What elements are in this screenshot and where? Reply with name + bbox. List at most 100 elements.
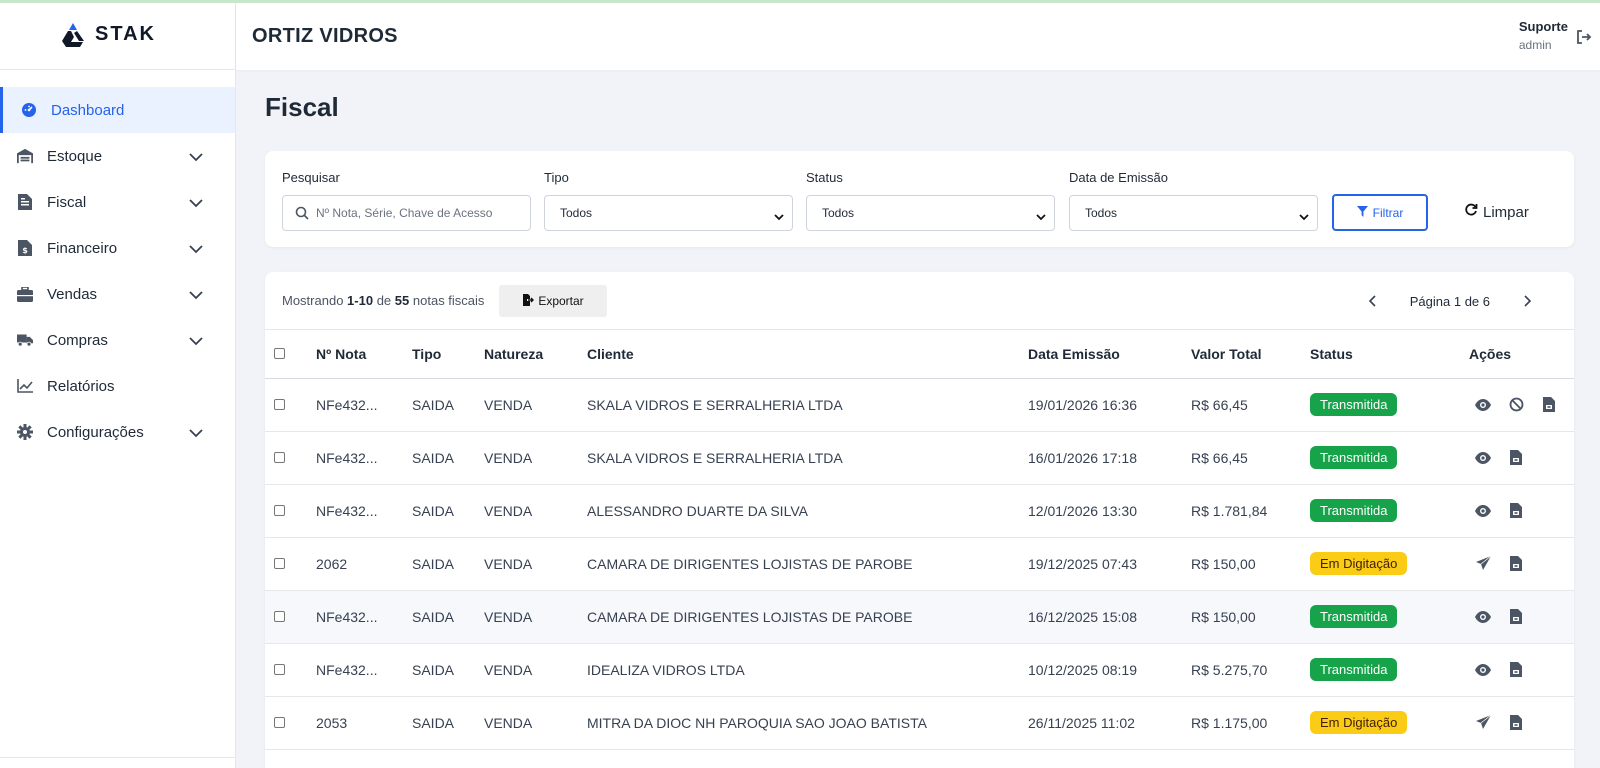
tipo-select-value: Todos	[560, 206, 593, 220]
row-actions	[1469, 609, 1574, 625]
chevron-down-icon[interactable]	[189, 333, 203, 350]
chevron-down-icon[interactable]	[189, 241, 203, 258]
table-header-row: Nº Nota Tipo Natureza Cliente Data Emiss…	[265, 330, 1574, 379]
search-placeholder: Nº Nota, Série, Chave de Acesso	[316, 206, 493, 220]
chevron-down-icon[interactable]	[189, 195, 203, 212]
column-header: Ações	[1469, 330, 1574, 379]
sidebar-item-estoque[interactable]: Estoque	[0, 133, 235, 179]
export-button[interactable]: Exportar	[499, 285, 607, 317]
status-badge: Em Digitação	[1310, 552, 1408, 575]
export-button-label: Exportar	[538, 294, 584, 308]
cell-natureza: VENDA	[484, 643, 587, 697]
row-checkbox[interactable]	[274, 716, 285, 728]
file-icon[interactable]	[1508, 503, 1524, 519]
row-checkbox[interactable]	[274, 504, 285, 516]
ban-icon[interactable]	[1508, 397, 1524, 413]
column-header[interactable]: Natureza	[484, 330, 587, 379]
file-icon[interactable]	[1508, 715, 1524, 731]
chevron-down-icon	[774, 210, 784, 224]
eye-icon[interactable]	[1475, 397, 1491, 413]
chevron-down-icon[interactable]	[189, 287, 203, 304]
page-title: Fiscal	[265, 92, 339, 122]
user-menu[interactable]: Suporte admin	[1519, 19, 1568, 52]
row-checkbox[interactable]	[274, 610, 285, 622]
cell-cliente: IDEALIZA VIDROS LTDA	[587, 643, 1028, 697]
cell-cliente: SKALA VIDROS E SERRALHERIA LTDA	[587, 378, 1028, 432]
next-page-button[interactable]	[1514, 288, 1540, 314]
table-toolbar: Mostrando 1-10 de 55 notas fiscais Expor…	[265, 272, 1574, 330]
sidebar-item-label: Compras	[47, 331, 108, 349]
cell-data-emissao	[1028, 749, 1191, 768]
file-icon[interactable]	[1508, 450, 1524, 466]
gear-icon	[17, 424, 33, 440]
cell-cliente	[587, 749, 1028, 768]
file-icon[interactable]	[1508, 609, 1524, 625]
table-row[interactable]	[265, 749, 1574, 768]
logout-icon[interactable]	[1576, 29, 1592, 50]
column-header[interactable]: Status	[1310, 330, 1469, 379]
sidebar-item-vendas[interactable]: Vendas	[0, 271, 235, 317]
column-header[interactable]: Valor Total	[1191, 330, 1310, 379]
cell-tipo: SAIDA	[412, 378, 484, 432]
stak-logo-icon	[62, 22, 85, 47]
table-row[interactable]: NFe432... SAIDA VENDA CAMARA DE DIRIGENTES …	[265, 590, 1574, 644]
row-actions	[1469, 450, 1574, 466]
invoices-card: Mostrando 1-10 de 55 notas fiscais Expor…	[265, 272, 1574, 768]
row-checkbox[interactable]	[274, 663, 285, 675]
tipo-select[interactable]: Todos	[544, 195, 793, 231]
table-row[interactable]: 2053 SAIDA VENDA MITRA DA DIOC NH PAROQUIA …	[265, 696, 1574, 750]
file-icon[interactable]	[1541, 397, 1557, 413]
brand-logo[interactable]: STAK	[0, 0, 235, 70]
date-select[interactable]: Todos	[1069, 195, 1318, 231]
column-header[interactable]: Nº Nota	[316, 330, 412, 379]
chevron-down-icon[interactable]	[189, 425, 203, 442]
cell-valor-total: R$ 1.175,00	[1191, 696, 1310, 750]
file-export-icon	[522, 293, 535, 309]
cell-nota: NFe432...	[316, 378, 412, 432]
eye-icon[interactable]	[1475, 503, 1491, 519]
column-header[interactable]: Tipo	[412, 330, 484, 379]
column-header[interactable]: Data Emissão	[1028, 330, 1191, 379]
status-select[interactable]: Todos	[806, 195, 1055, 231]
cell-data-emissao: 26/11/2025 11:02	[1028, 696, 1191, 750]
top-accent-line	[0, 0, 1600, 3]
row-checkbox[interactable]	[274, 451, 285, 463]
sidebar-item-relatorios[interactable]: Relatórios	[0, 363, 235, 409]
table-row[interactable]: NFe432... SAIDA VENDA SKALA VIDROS E SERRAL…	[265, 378, 1574, 432]
eye-icon[interactable]	[1475, 662, 1491, 678]
refresh-icon	[1464, 203, 1478, 221]
search-input[interactable]: Nº Nota, Série, Chave de Acesso	[282, 195, 531, 231]
svg-text:$: $	[22, 246, 28, 255]
cell-tipo: SAIDA	[412, 537, 484, 591]
send-icon[interactable]	[1475, 556, 1491, 572]
filter-button[interactable]: Filtrar	[1332, 194, 1428, 231]
eye-icon[interactable]	[1475, 609, 1491, 625]
table-row[interactable]: NFe432... SAIDA VENDA SKALA VIDROS E SERRAL…	[265, 431, 1574, 485]
previous-page-button[interactable]	[1360, 288, 1386, 314]
chevron-down-icon[interactable]	[189, 149, 203, 166]
file-icon[interactable]	[1508, 662, 1524, 678]
cell-valor-total: R$ 66,45	[1191, 378, 1310, 432]
sidebar-item-compras[interactable]: Compras	[0, 317, 235, 363]
cell-natureza: VENDA	[484, 696, 587, 750]
row-checkbox[interactable]	[274, 557, 285, 569]
sidebar-item-fiscal[interactable]: Fiscal	[0, 179, 235, 225]
file-icon[interactable]	[1508, 556, 1524, 572]
send-icon[interactable]	[1475, 715, 1491, 731]
table-row[interactable]: NFe432... SAIDA VENDA IDEALIZA VIDROS LTDA 1…	[265, 643, 1574, 697]
sidebar-item-financeiro[interactable]: $ Financeiro	[0, 225, 235, 271]
table-row[interactable]: NFe432... SAIDA VENDA ALESSANDRO DUARTE DA …	[265, 484, 1574, 538]
clear-button[interactable]: Limpar	[1464, 200, 1529, 224]
column-header[interactable]: Cliente	[587, 330, 1028, 379]
status-badge: Transmitida	[1310, 658, 1398, 681]
sidebar-item-label: Estoque	[47, 147, 103, 165]
select-all-checkbox[interactable]	[274, 347, 285, 359]
table-row[interactable]: 2062 SAIDA VENDA CAMARA DE DIRIGENTES LOJIS…	[265, 537, 1574, 591]
filter-icon	[1356, 205, 1368, 220]
cell-data-emissao: 16/01/2026 17:18	[1028, 431, 1191, 485]
row-actions	[1469, 556, 1574, 572]
row-checkbox[interactable]	[274, 398, 285, 410]
sidebar-item-dashboard[interactable]: Dashboard	[0, 87, 235, 133]
eye-icon[interactable]	[1475, 450, 1491, 466]
sidebar-item-configuracoes[interactable]: Configurações	[0, 409, 235, 455]
